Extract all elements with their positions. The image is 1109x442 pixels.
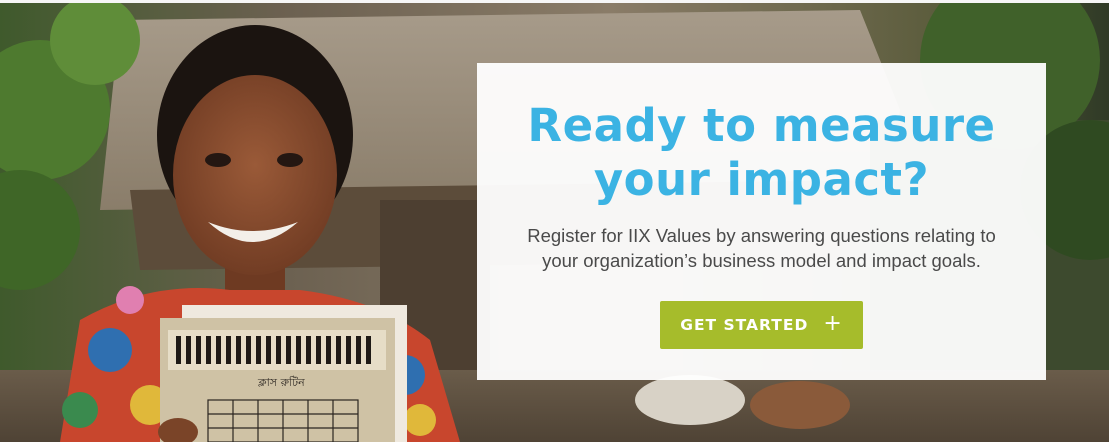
plus-icon: + [823,311,843,336]
hero-banner: ক্লাস রুটিন Ready to measure your impact… [0,0,1109,442]
cta-title-line-1: Ready to measure [527,99,996,152]
book-cover-text: ক্লাস রুটিন [257,376,305,389]
get-started-label: GET STARTED [680,316,809,334]
cta-title: Ready to measure your impact? [477,99,1046,207]
top-strip [0,0,1109,3]
cta-title-line-2: your impact? [593,153,930,206]
cta-card: Ready to measure your impact? Register f… [477,63,1046,380]
get-started-button[interactable]: GET STARTED + [660,301,863,349]
cta-description-line-2: your organization’s business model and i… [542,250,981,271]
cta-description-line-1: Register for IIX Values by answering que… [527,225,996,246]
cta-description: Register for IIX Values by answering que… [502,223,1022,273]
